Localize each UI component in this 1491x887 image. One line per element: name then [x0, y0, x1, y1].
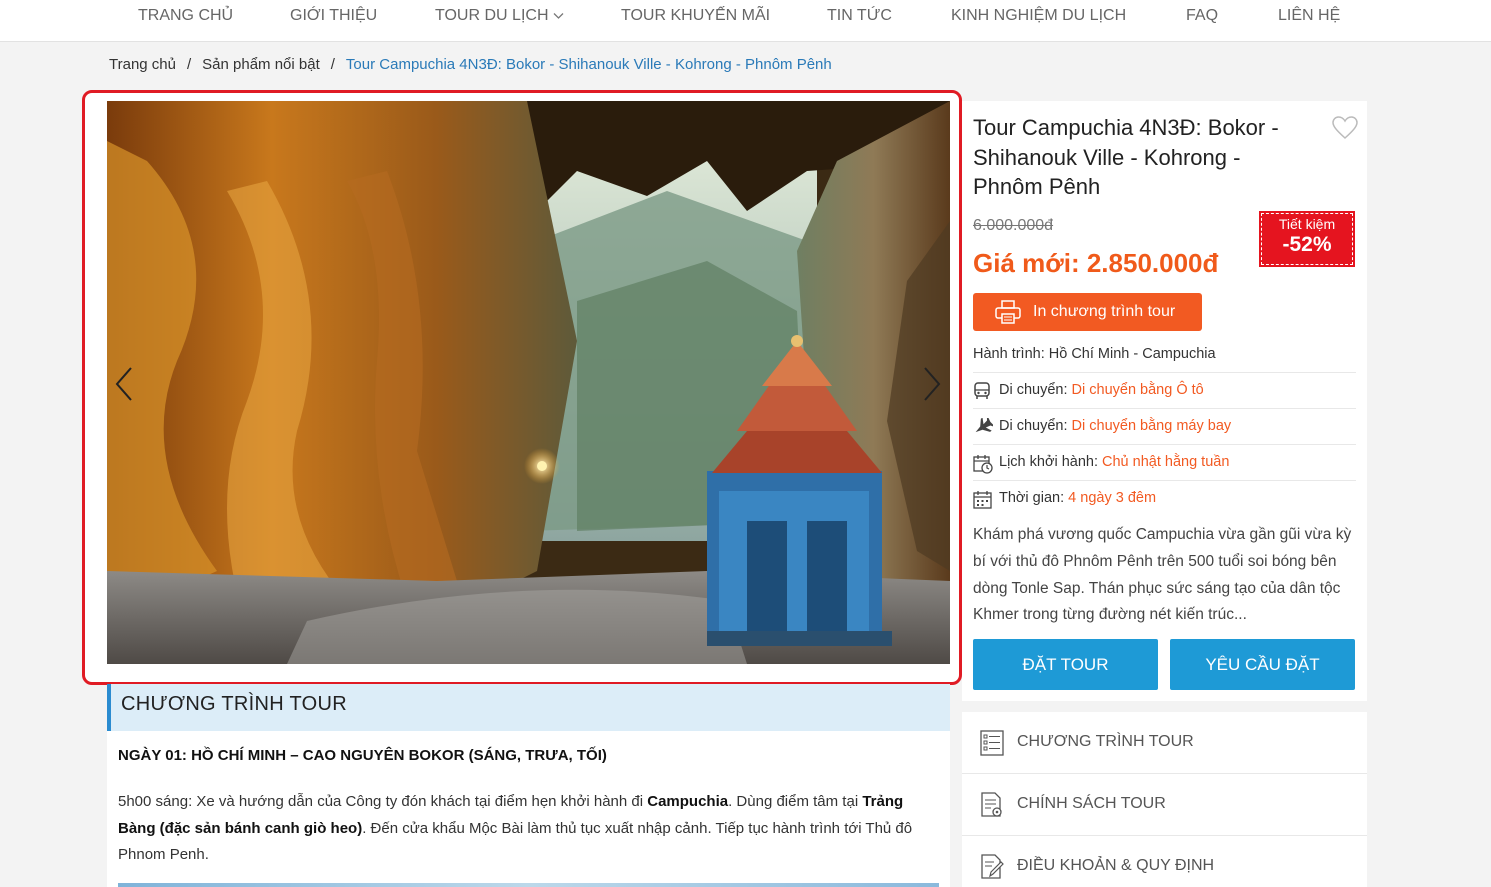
attribute-value: Di chuyển bằng Ô tô [1071, 382, 1204, 398]
attribute-value: Chủ nhật hằng tuần [1102, 454, 1230, 470]
breadcrumb: Trang chủ / Sản phẩm nổi bật / Tour Campuchi… [109, 56, 832, 73]
day-1-text-part: . Dùng điểm tâm tại [728, 793, 863, 810]
attribute-label: Thời gian: [999, 490, 1069, 506]
tour-program-heading: CHƯƠNG TRÌNH TOUR [121, 693, 348, 715]
attribute-value: 4 ngày 3 đêm [1068, 490, 1157, 506]
nav-item-travel-tips[interactable]: KINH NGHIỆM DU LỊCH [951, 7, 1126, 25]
breadcrumb-home[interactable]: Trang chủ [109, 56, 176, 73]
day-1-title: NGÀY 01: HỒ CHÍ MINH – CAO NGUYÊN BOKOR … [118, 747, 607, 764]
calendar-icon [973, 490, 992, 513]
breadcrumb-separator: / [330, 56, 335, 73]
attribute-label: Di chuyển: [999, 418, 1072, 434]
attribute-duration: Thời gian: 4 ngày 3 đêm [973, 480, 1356, 516]
side-menu-terms[interactable]: ĐIỀU KHOẢN & QUY ĐỊNH [962, 836, 1367, 887]
side-menu-policy[interactable]: CHÍNH SÁCH TOUR [962, 774, 1367, 836]
attribute-label: Di chuyển: [999, 382, 1072, 398]
next-photo-strip [118, 883, 939, 887]
tour-description: Khám phá vương quốc Campuchia vừa gần gũ… [973, 526, 1352, 624]
request-booking-button[interactable]: YÊU CẦU ĐẶT [1170, 639, 1355, 690]
nav-item-tours-label: TOUR DU LỊCH [435, 7, 549, 25]
day-1-bold-destination: Campuchia [647, 793, 729, 810]
print-program-label: In chương trình tour [1033, 303, 1176, 320]
breadcrumb-category[interactable]: Sản phẩm nổi bật [202, 56, 320, 73]
heart-icon[interactable] [1332, 116, 1358, 145]
attribute-label: Lịch khởi hành: [999, 454, 1103, 470]
tour-program-header: CHƯƠNG TRÌNH TOUR [107, 684, 950, 731]
calendar-clock-icon [973, 454, 993, 478]
printer-icon [995, 300, 1021, 324]
nav-item-faq[interactable]: FAQ [1186, 7, 1218, 25]
old-price: 6.000.000đ [973, 217, 1054, 234]
tour-side-menu: CHƯƠNG TRÌNH TOUR CHÍNH SÁCH TOUR ĐIỀU K… [962, 712, 1367, 887]
breadcrumb-current[interactable]: Tour Campuchia 4N3Đ: Bokor - Shihanouk V… [346, 56, 832, 73]
itinerary: Hành trình: Hồ Chí Minh - Campuchia [973, 346, 1216, 362]
side-menu-policy-label: CHÍNH SÁCH TOUR [1017, 795, 1166, 812]
breadcrumb-separator: / [186, 56, 192, 73]
gallery-next-arrow[interactable] [922, 366, 942, 407]
new-price: Giá mới: 2.850.000đ [973, 248, 1219, 278]
print-program-button[interactable]: In chương trình tour [973, 293, 1202, 331]
nav-item-tours[interactable]: TOUR DU LỊCH [435, 7, 564, 25]
side-menu-terms-label: ĐIỀU KHOẢN & QUY ĐỊNH [1017, 857, 1215, 874]
discount-percent: -52% [1282, 233, 1332, 256]
chevron-down-icon [553, 7, 564, 25]
discount-label: Tiết kiệm [1278, 216, 1336, 232]
discount-badge: Tiết kiệm -52% [1259, 211, 1355, 267]
attribute-transport-plane: Di chuyển: Di chuyển bằng máy bay [973, 408, 1356, 444]
side-menu-program-label: CHƯƠNG TRÌNH TOUR [1017, 733, 1194, 750]
day-1-text-part: 5h00 sáng: Xe và hướng dẫn của Công ty đ… [118, 793, 648, 810]
gallery-prev-arrow[interactable] [114, 366, 134, 407]
nav-item-home[interactable]: TRANG CHỦ [138, 7, 233, 25]
document-settings-icon [981, 792, 1002, 817]
document-pen-icon [981, 854, 1004, 879]
tour-photo [107, 101, 950, 664]
nav-item-promotions[interactable]: TOUR KHUYẾN MÃI [621, 7, 770, 25]
top-navigation: TRANG CHỦ GIỚI THIỆU TOUR DU LỊCH TOUR K… [0, 0, 1491, 42]
attribute-value: Di chuyển bằng máy bay [1071, 418, 1232, 434]
nav-item-contact[interactable]: LIÊN HỆ [1278, 7, 1340, 25]
attribute-transport-car: Di chuyển: Di chuyển bằng Ô tô [973, 372, 1356, 408]
book-tour-button[interactable]: ĐẶT TOUR [973, 639, 1158, 690]
tour-info-card: Tour Campuchia 4N3Đ: Bokor - Shihanouk V… [962, 101, 1367, 701]
side-menu-program[interactable]: CHƯƠNG TRÌNH TOUR [962, 712, 1367, 774]
tour-title: Tour Campuchia 4N3Đ: Bokor - Shihanouk V… [973, 115, 1279, 199]
bus-icon [973, 382, 991, 404]
plane-icon [973, 416, 995, 440]
nav-item-about[interactable]: GIỚI THIỆU [290, 7, 377, 25]
attribute-departure: Lịch khởi hành: Chủ nhật hằng tuần [973, 444, 1356, 480]
day-1-description: 5h00 sáng: Xe và hướng dẫn của Công ty đ… [118, 789, 938, 869]
tour-program-section: CHƯƠNG TRÌNH TOUR NGÀY 01: HỒ CHÍ MINH –… [107, 684, 950, 887]
nav-item-news[interactable]: TIN TỨC [827, 7, 892, 25]
checklist-icon [980, 730, 1004, 756]
